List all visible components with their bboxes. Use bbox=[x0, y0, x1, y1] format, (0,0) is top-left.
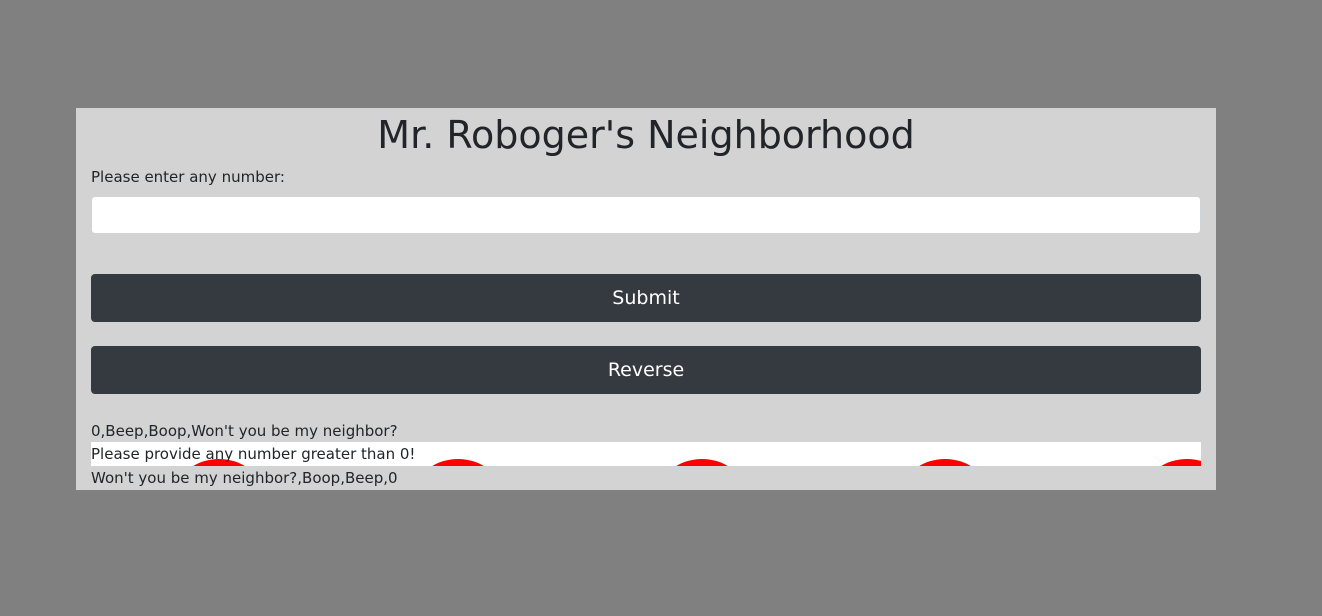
reverse-button[interactable]: Reverse bbox=[91, 346, 1201, 394]
balloon-decoration bbox=[418, 459, 498, 466]
error-message: Please provide any number greater than 0… bbox=[91, 445, 416, 463]
main-panel: Mr. Roboger's Neighborhood Please enter … bbox=[76, 108, 1216, 490]
number-input[interactable] bbox=[91, 196, 1201, 234]
number-input-label: Please enter any number: bbox=[91, 168, 285, 186]
reversed-result: Won't you be my neighbor?,Boop,Beep,0 bbox=[91, 469, 398, 487]
page-title: Mr. Roboger's Neighborhood bbox=[377, 113, 915, 157]
forward-result: 0,Beep,Boop,Won't you be my neighbor? bbox=[91, 422, 398, 440]
submit-button[interactable]: Submit bbox=[91, 274, 1201, 322]
balloon-decoration bbox=[662, 459, 742, 466]
balloon-decoration bbox=[1147, 459, 1201, 466]
balloon-decoration bbox=[905, 459, 985, 466]
error-message-row: Please provide any number greater than 0… bbox=[91, 442, 1201, 466]
